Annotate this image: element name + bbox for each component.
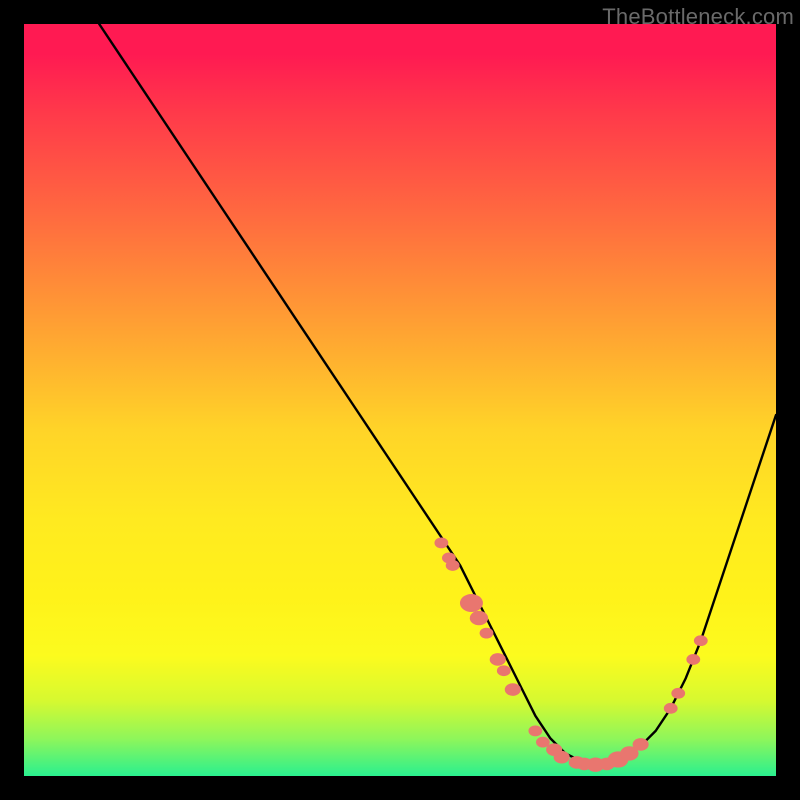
chart-frame (24, 24, 776, 776)
highlighted-point (694, 635, 708, 646)
highlighted-points-group (434, 537, 707, 771)
plot-area (24, 24, 776, 776)
highlighted-point (505, 683, 521, 696)
highlighted-point (664, 703, 678, 714)
chart-overlay (24, 24, 776, 776)
highlighted-point (686, 654, 700, 665)
highlighted-point (446, 560, 460, 571)
highlighted-point (633, 738, 649, 751)
highlighted-point (490, 653, 506, 666)
curve-line (99, 24, 776, 765)
highlighted-point (528, 725, 542, 736)
highlighted-point (671, 688, 685, 699)
highlighted-point (554, 751, 570, 764)
highlighted-point (460, 594, 483, 612)
watermark-text: TheBottleneck.com (602, 4, 794, 30)
highlighted-point (470, 611, 488, 625)
highlighted-point (497, 665, 511, 676)
highlighted-point (480, 628, 494, 639)
highlighted-point (434, 537, 448, 548)
